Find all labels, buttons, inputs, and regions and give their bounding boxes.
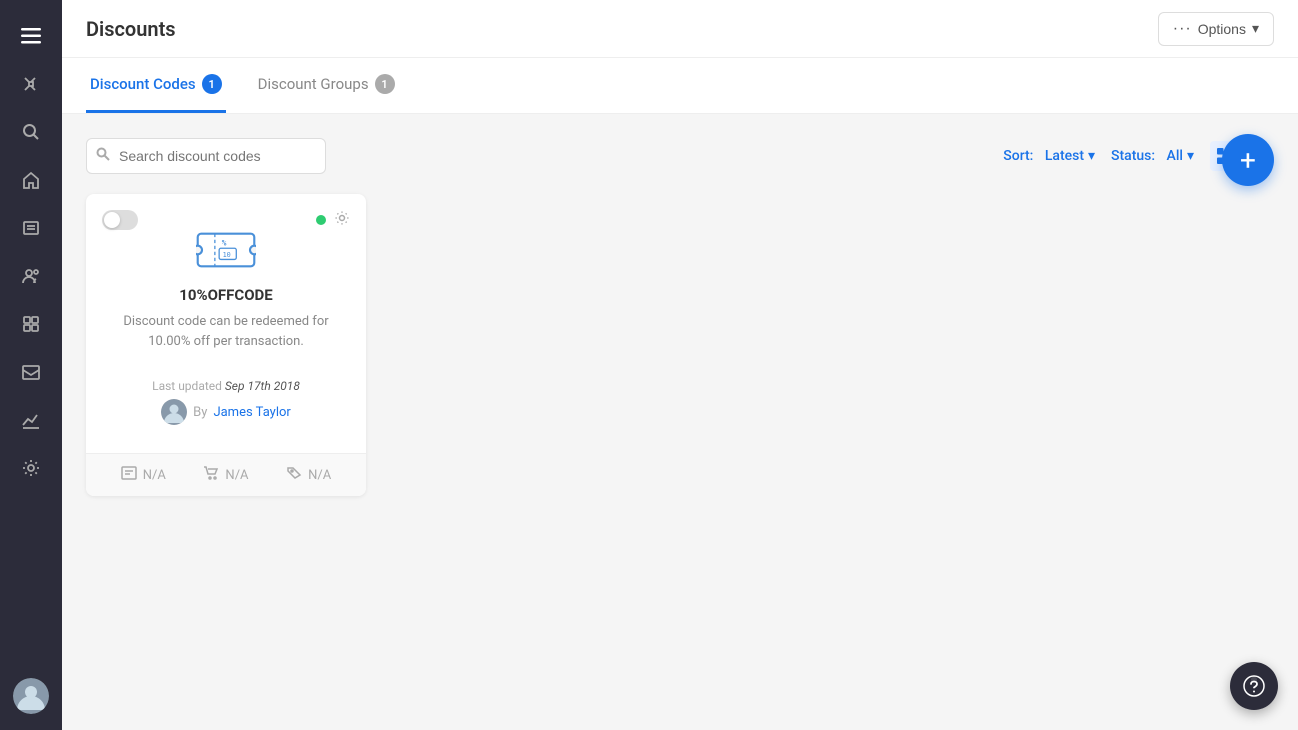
pages-icon[interactable] [11,208,51,248]
stat-1-value: N/A [225,468,248,483]
topbar: Discounts ··· Options ▾ [62,0,1298,58]
user-avatar[interactable] [13,678,49,714]
footer-stat-2: N/A [286,466,331,484]
card-author: By James Taylor [118,399,334,425]
members-icon[interactable] [11,256,51,296]
search-nav-icon[interactable] [11,112,51,152]
last-updated-date: Sep 17th 2018 [225,379,300,393]
sort-value: Latest [1045,148,1084,164]
tab-discount-codes-label: Discount Codes [90,75,196,93]
card-settings-gear-icon[interactable] [334,210,350,230]
main-content: Discounts ··· Options ▾ Discount Codes 1… [62,0,1298,730]
stat-tag-icon [286,466,302,484]
svg-text:%: % [222,239,227,248]
sort-button[interactable]: Sort: Latest ▾ [1003,148,1095,164]
toolbar: Sort: Latest ▾ Status: All ▾ [86,138,1274,174]
page-title: Discounts [86,17,176,41]
card-top: % 10 10%OFFCODE Discount code can be red… [86,194,366,453]
tab-discount-codes-badge: 1 [202,74,222,94]
status-value: All [1167,148,1183,164]
stat-receipts-icon [121,466,137,484]
card-coupon-icon-wrap: % 10 [102,210,350,286]
card-code: 10%OFFCODE [118,286,334,304]
products-icon[interactable] [11,304,51,344]
tabs-bar: Discount Codes 1 Discount Groups 1 [62,58,1298,114]
tab-discount-groups-badge: 1 [375,74,395,94]
card-actions [316,210,350,230]
content-area: + Sort: Latest ▾ Sta [62,114,1298,730]
search-icon [96,147,110,165]
menu-icon[interactable] [11,16,51,56]
search-input[interactable] [86,138,326,174]
add-discount-fab[interactable]: + [1222,134,1274,186]
card-body: 10%OFFCODE Discount code can be redeemed… [102,286,350,367]
analytics-icon[interactable] [11,400,51,440]
options-chevron-icon: ▾ [1252,20,1259,37]
svg-text:10: 10 [223,251,231,259]
fab-icon: + [1240,144,1256,177]
cards-grid: % 10 10%OFFCODE Discount code can be red… [86,194,1274,496]
help-fab[interactable] [1230,662,1278,710]
tab-discount-groups[interactable]: Discount Groups 1 [254,58,399,113]
discount-card[interactable]: % 10 10%OFFCODE Discount code can be red… [86,194,366,496]
toggle-switch[interactable] [102,210,138,230]
card-meta: Last updated Sep 17th 2018 By [102,367,350,437]
options-label: Options [1198,21,1246,37]
status-chevron-icon: ▾ [1187,148,1194,164]
home-icon[interactable] [11,160,51,200]
options-dots-icon: ··· [1173,20,1192,38]
card-description: Discount code can be redeemed for 10.00%… [118,312,334,351]
status-label: Status: [1111,148,1155,164]
stat-cart-icon [203,466,219,484]
status-button[interactable]: Status: All ▾ [1111,148,1194,164]
tab-discount-groups-label: Discount Groups [258,75,369,93]
sidebar [0,0,62,730]
search-wrap [86,138,326,174]
card-footer: N/A N/A [86,453,366,496]
footer-stat-0: N/A [121,466,166,484]
stat-0-value: N/A [143,468,166,483]
tools-icon[interactable] [11,64,51,104]
settings-icon[interactable] [11,448,51,488]
stat-2-value: N/A [308,468,331,483]
card-toggle[interactable] [102,210,138,230]
sort-chevron-icon: ▾ [1088,148,1095,164]
tab-discount-codes[interactable]: Discount Codes 1 [86,58,226,113]
footer-stat-1: N/A [203,466,248,484]
author-avatar [161,399,187,425]
options-button[interactable]: ··· Options ▾ [1158,12,1274,46]
author-prefix: By [193,405,207,420]
sort-label: Sort: [1003,148,1033,164]
last-updated-label: Last updated [152,379,222,393]
inbox-icon[interactable] [11,352,51,392]
status-active-dot [316,215,326,225]
author-name: James Taylor [213,405,290,420]
